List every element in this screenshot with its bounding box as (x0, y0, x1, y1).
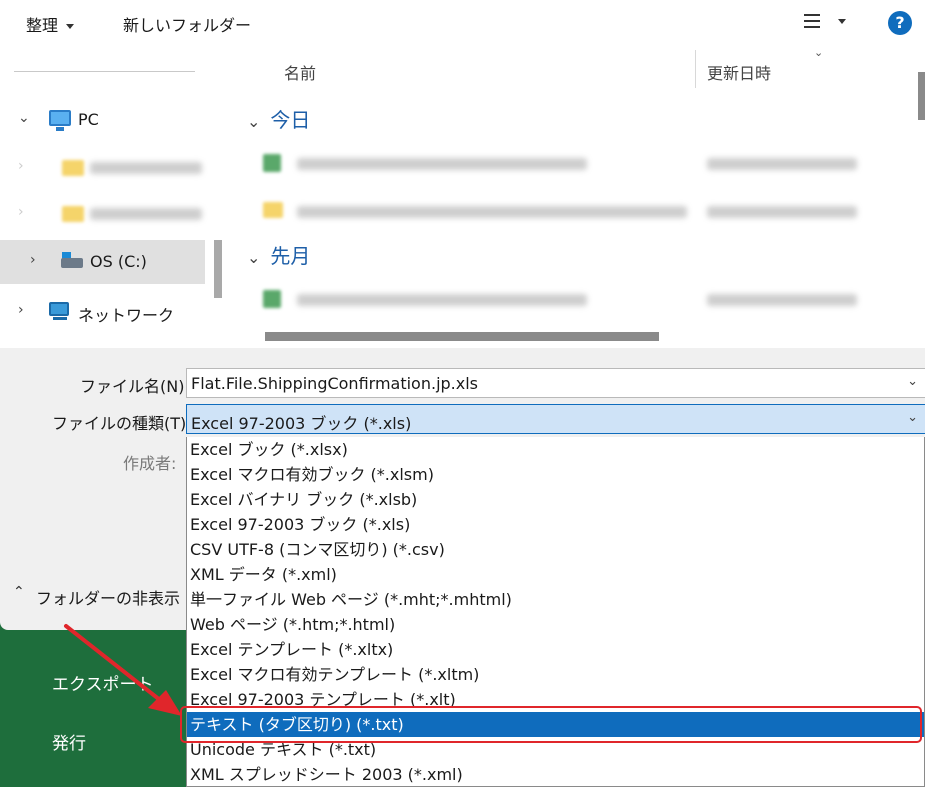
filetype-option[interactable]: 単一ファイル Web ページ (*.mht;*.mhtml) (187, 587, 924, 612)
backstage-publish-item[interactable]: 発行 (52, 729, 86, 754)
blurred-label (90, 162, 202, 174)
chevron-right-icon[interactable]: › (18, 204, 24, 220)
excel-file-icon (263, 154, 281, 172)
filetype-option[interactable]: Excel マクロ有効ブック (*.xlsm) (187, 462, 924, 487)
organize-label: 整理 (26, 16, 59, 35)
filetype-option[interactable]: XML スプレッドシート 2003 (*.xml) (187, 762, 924, 787)
chevron-right-icon[interactable]: › (18, 158, 24, 174)
toolbar: 整理 新しいフォルダー ? (0, 0, 925, 46)
filetype-option[interactable]: XML データ (*.xml) (187, 562, 924, 587)
nav-item-label: ネットワーク (78, 306, 175, 325)
sort-chevron-icon: ⌄ (814, 46, 824, 59)
chevron-down-icon: ⌄ (247, 248, 261, 267)
file-row[interactable] (263, 147, 903, 177)
folder-icon (62, 206, 84, 222)
nav-item-os-c[interactable]: › OS (C:) (0, 240, 205, 284)
hide-folders-button[interactable]: ⌃ フォルダーの非表示 (0, 538, 188, 630)
blurred-date (707, 206, 857, 218)
file-row[interactable] (263, 283, 903, 313)
filetype-option[interactable]: Excel マクロ有効テンプレート (*.xltm) (187, 662, 924, 687)
chevron-down-icon[interactable]: ⌄ (907, 410, 918, 425)
filetype-option[interactable]: Excel テンプレート (*.xltx) (187, 637, 924, 662)
organize-button[interactable]: 整理 (26, 12, 75, 36)
group-header-today[interactable]: ⌄ 今日 (247, 104, 310, 133)
folder-icon (263, 202, 283, 218)
blurred-filename (297, 158, 587, 170)
author-label: 作成者: (123, 454, 177, 473)
filetype-option[interactable]: CSV UTF-8 (コンマ区切り) (*.csv) (187, 537, 924, 562)
column-name-header[interactable]: 名前 (284, 60, 316, 84)
filetype-select[interactable]: Excel 97-2003 ブック (*.xls) ⌄ (186, 404, 925, 434)
network-icon (49, 302, 73, 320)
filetype-option[interactable]: Web ページ (*.htm;*.html) (187, 612, 924, 637)
highlight-annotation-box (180, 706, 922, 743)
excel-file-icon (263, 290, 281, 308)
horizontal-scrollbar-thumb[interactable] (265, 332, 659, 341)
filetype-option[interactable]: Excel 97-2003 ブック (*.xls) (187, 512, 924, 537)
chevron-down-icon (838, 19, 846, 24)
nav-item-blurred-folder[interactable]: › (0, 146, 205, 190)
filename-value[interactable]: Flat.File.ShippingConfirmation.jp.xls (191, 374, 478, 393)
list-view-icon (804, 14, 820, 28)
vertical-scrollbar-thumb[interactable] (918, 72, 925, 120)
nav-item-pc[interactable]: ⌄ PC (0, 98, 205, 142)
column-date-header[interactable]: 更新日時 (707, 60, 771, 84)
column-header: 名前 更新日時 ⌄ (237, 46, 910, 90)
nav-divider (14, 71, 195, 72)
filename-label: ファイル名(N): (80, 377, 190, 396)
chevron-down-icon: ⌄ (247, 112, 261, 131)
nav-item-label: PC (78, 110, 99, 129)
blurred-label (90, 208, 202, 220)
filetype-option[interactable]: Excel ブック (*.xlsx) (187, 437, 924, 462)
file-row[interactable] (263, 195, 903, 225)
chevron-down-icon (66, 24, 75, 29)
nav-item-blurred-folder[interactable]: › (0, 192, 205, 236)
filetype-label: ファイルの種類(T): (52, 414, 192, 433)
group-label: 今日 (270, 108, 311, 132)
filetype-option[interactable]: Excel バイナリ ブック (*.xlsb) (187, 487, 924, 512)
chevron-down-icon[interactable]: ⌄ (18, 110, 30, 126)
blurred-filename (297, 206, 687, 218)
navigation-pane: ⌄ PC › › › OS (C:) › ネットワーク (0, 46, 207, 348)
filetype-value: Excel 97-2003 ブック (*.xls) (191, 414, 412, 433)
folder-icon (62, 160, 84, 176)
nav-item-label: OS (C:) (90, 252, 147, 271)
backstage-export-item[interactable]: エクスポート (52, 670, 154, 695)
blurred-date (707, 294, 857, 306)
view-options-button[interactable] (800, 12, 850, 34)
blurred-filename (297, 294, 587, 306)
column-separator[interactable] (695, 50, 696, 88)
new-folder-button[interactable]: 新しいフォルダー (123, 12, 251, 36)
chevron-right-icon[interactable]: › (18, 302, 24, 318)
nav-scrollbar-thumb[interactable] (214, 240, 222, 298)
nav-item-network[interactable]: › ネットワーク (0, 290, 205, 334)
hide-folders-label: フォルダーの非表示 (36, 589, 181, 608)
filename-field[interactable]: Flat.File.ShippingConfirmation.jp.xls ⌄ (186, 368, 925, 398)
group-header-last-month[interactable]: ⌄ 先月 (247, 240, 310, 269)
file-list: 名前 更新日時 ⌄ ⌄ 今日 ⌄ 先月 (237, 46, 910, 348)
drive-icon (61, 252, 83, 268)
chevron-right-icon[interactable]: › (30, 252, 36, 268)
help-button[interactable]: ? (888, 11, 912, 35)
blurred-date (707, 158, 857, 170)
chevron-down-icon[interactable]: ⌄ (907, 374, 918, 389)
computer-icon (49, 110, 71, 131)
chevron-up-icon: ⌃ (13, 584, 25, 600)
group-label: 先月 (270, 244, 311, 268)
